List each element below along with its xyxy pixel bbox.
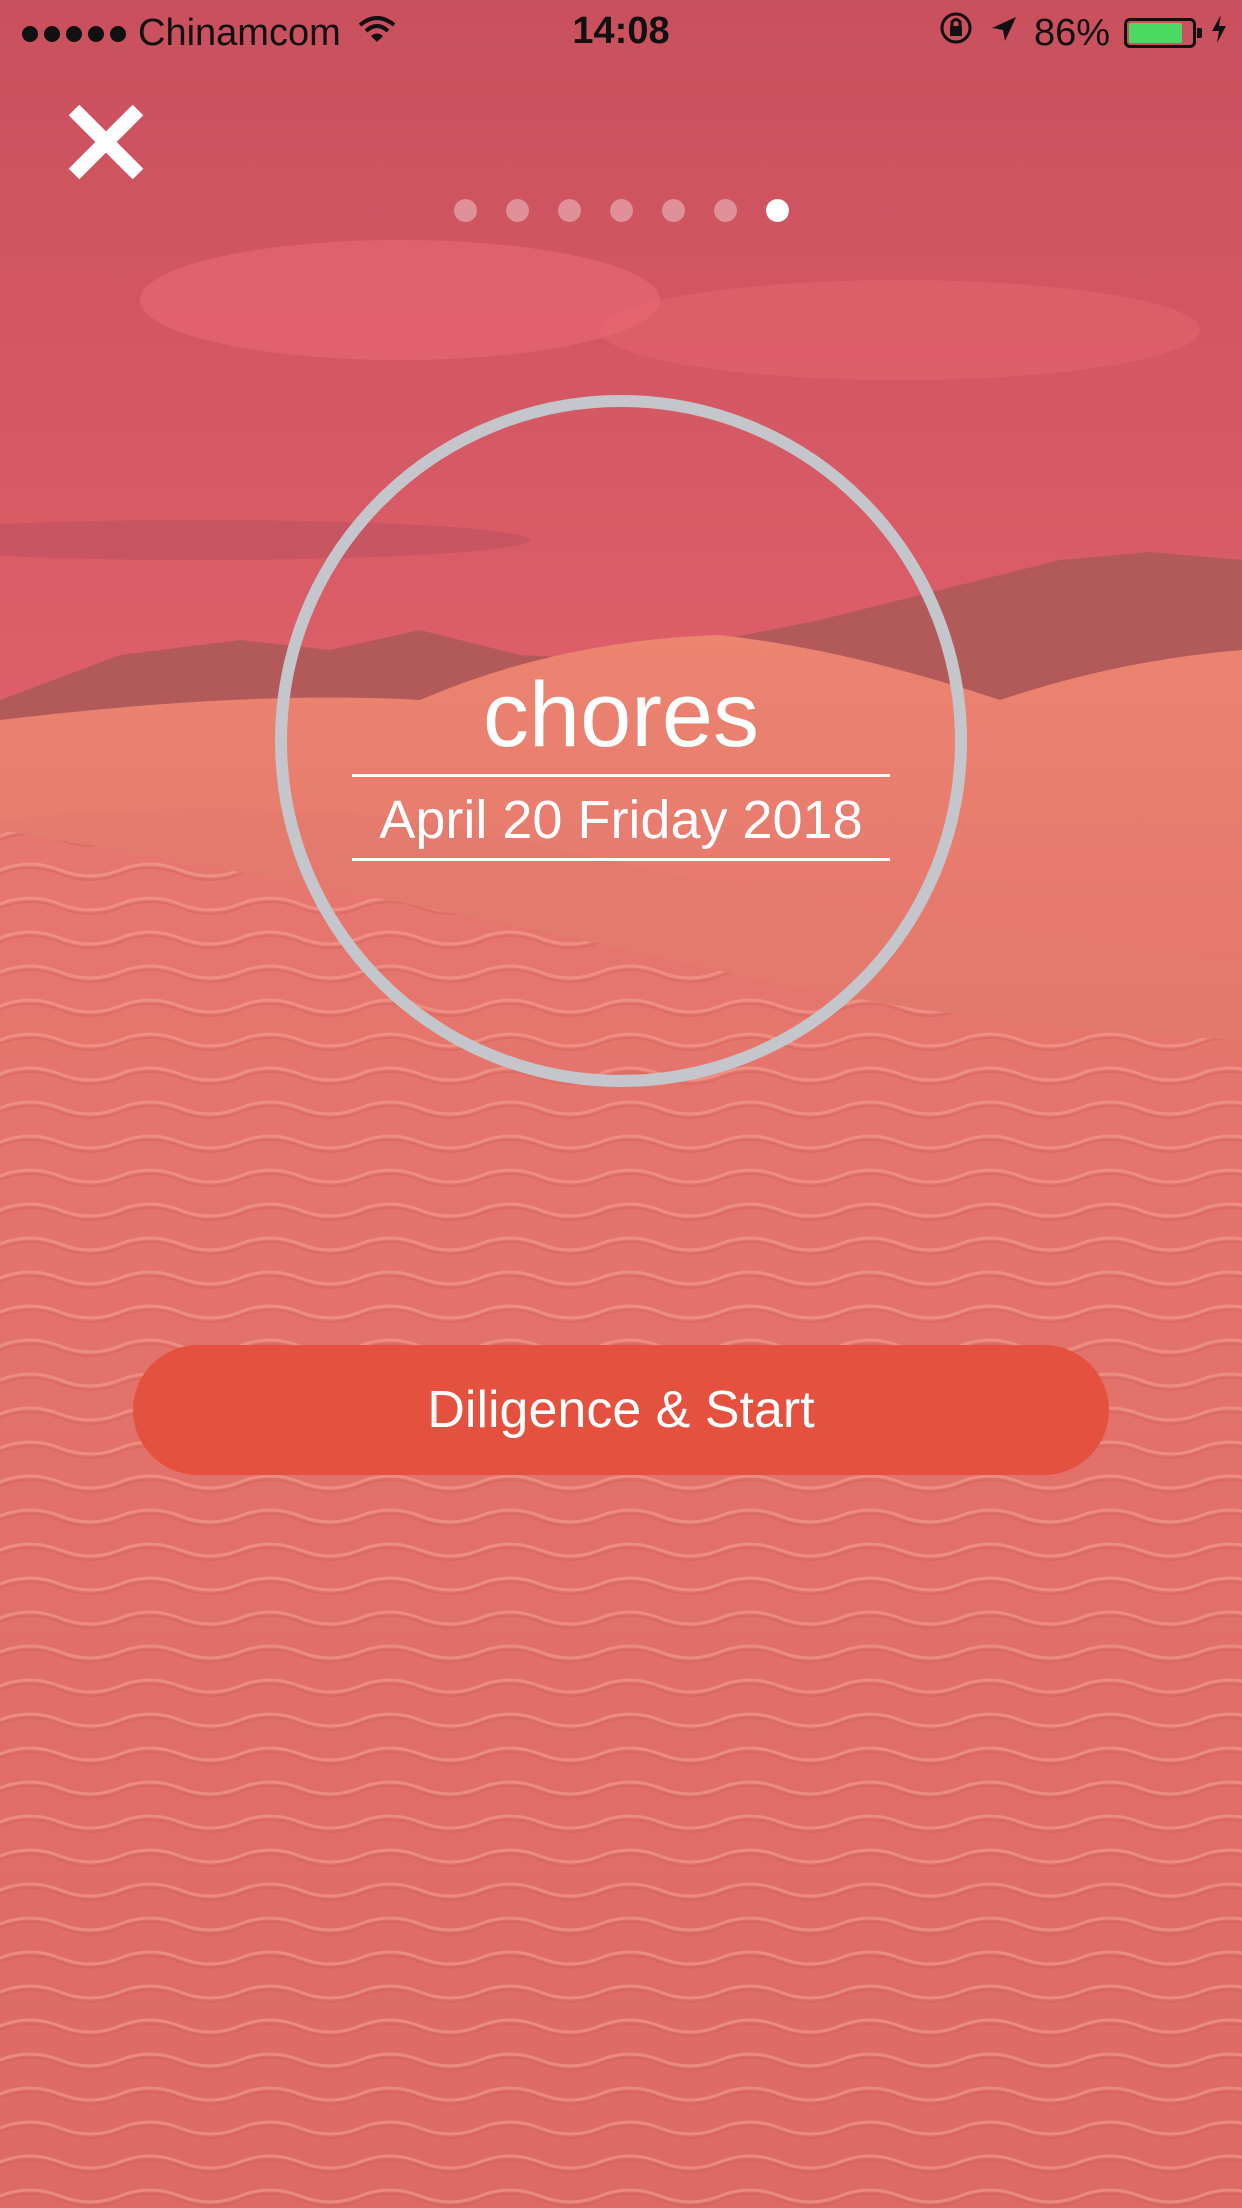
battery-icon <box>1124 18 1202 48</box>
page-dot[interactable] <box>609 199 633 222</box>
page-dot[interactable] <box>505 199 529 222</box>
charging-bolt-icon <box>1210 12 1228 55</box>
status-right: 86% <box>938 10 1228 56</box>
task-date: April 20 Friday 2018 <box>379 790 863 850</box>
battery-percent: 86% <box>1033 11 1110 54</box>
battery-level-fill <box>1129 23 1183 43</box>
page-dot[interactable] <box>557 199 581 222</box>
location-arrow-icon <box>988 12 1020 55</box>
status-bar: Chinamcom 14:08 86% <box>0 0 1242 66</box>
date-underline-divider <box>352 858 890 861</box>
orientation-lock-icon <box>938 10 974 56</box>
close-button[interactable] <box>66 102 146 182</box>
page-indicator[interactable] <box>0 199 1242 222</box>
desert-background-image <box>0 0 1242 2208</box>
page-dot[interactable] <box>453 199 477 222</box>
page-dot[interactable] <box>765 199 789 222</box>
page-dot[interactable] <box>713 199 737 222</box>
close-icon <box>68 104 144 180</box>
page-dot[interactable] <box>661 199 685 222</box>
task-title: chores <box>482 664 760 766</box>
start-button-label: Diligence & Start <box>427 1381 815 1439</box>
diligence-start-button[interactable]: Diligence & Start <box>133 1345 1109 1475</box>
title-underline-divider <box>352 774 890 777</box>
